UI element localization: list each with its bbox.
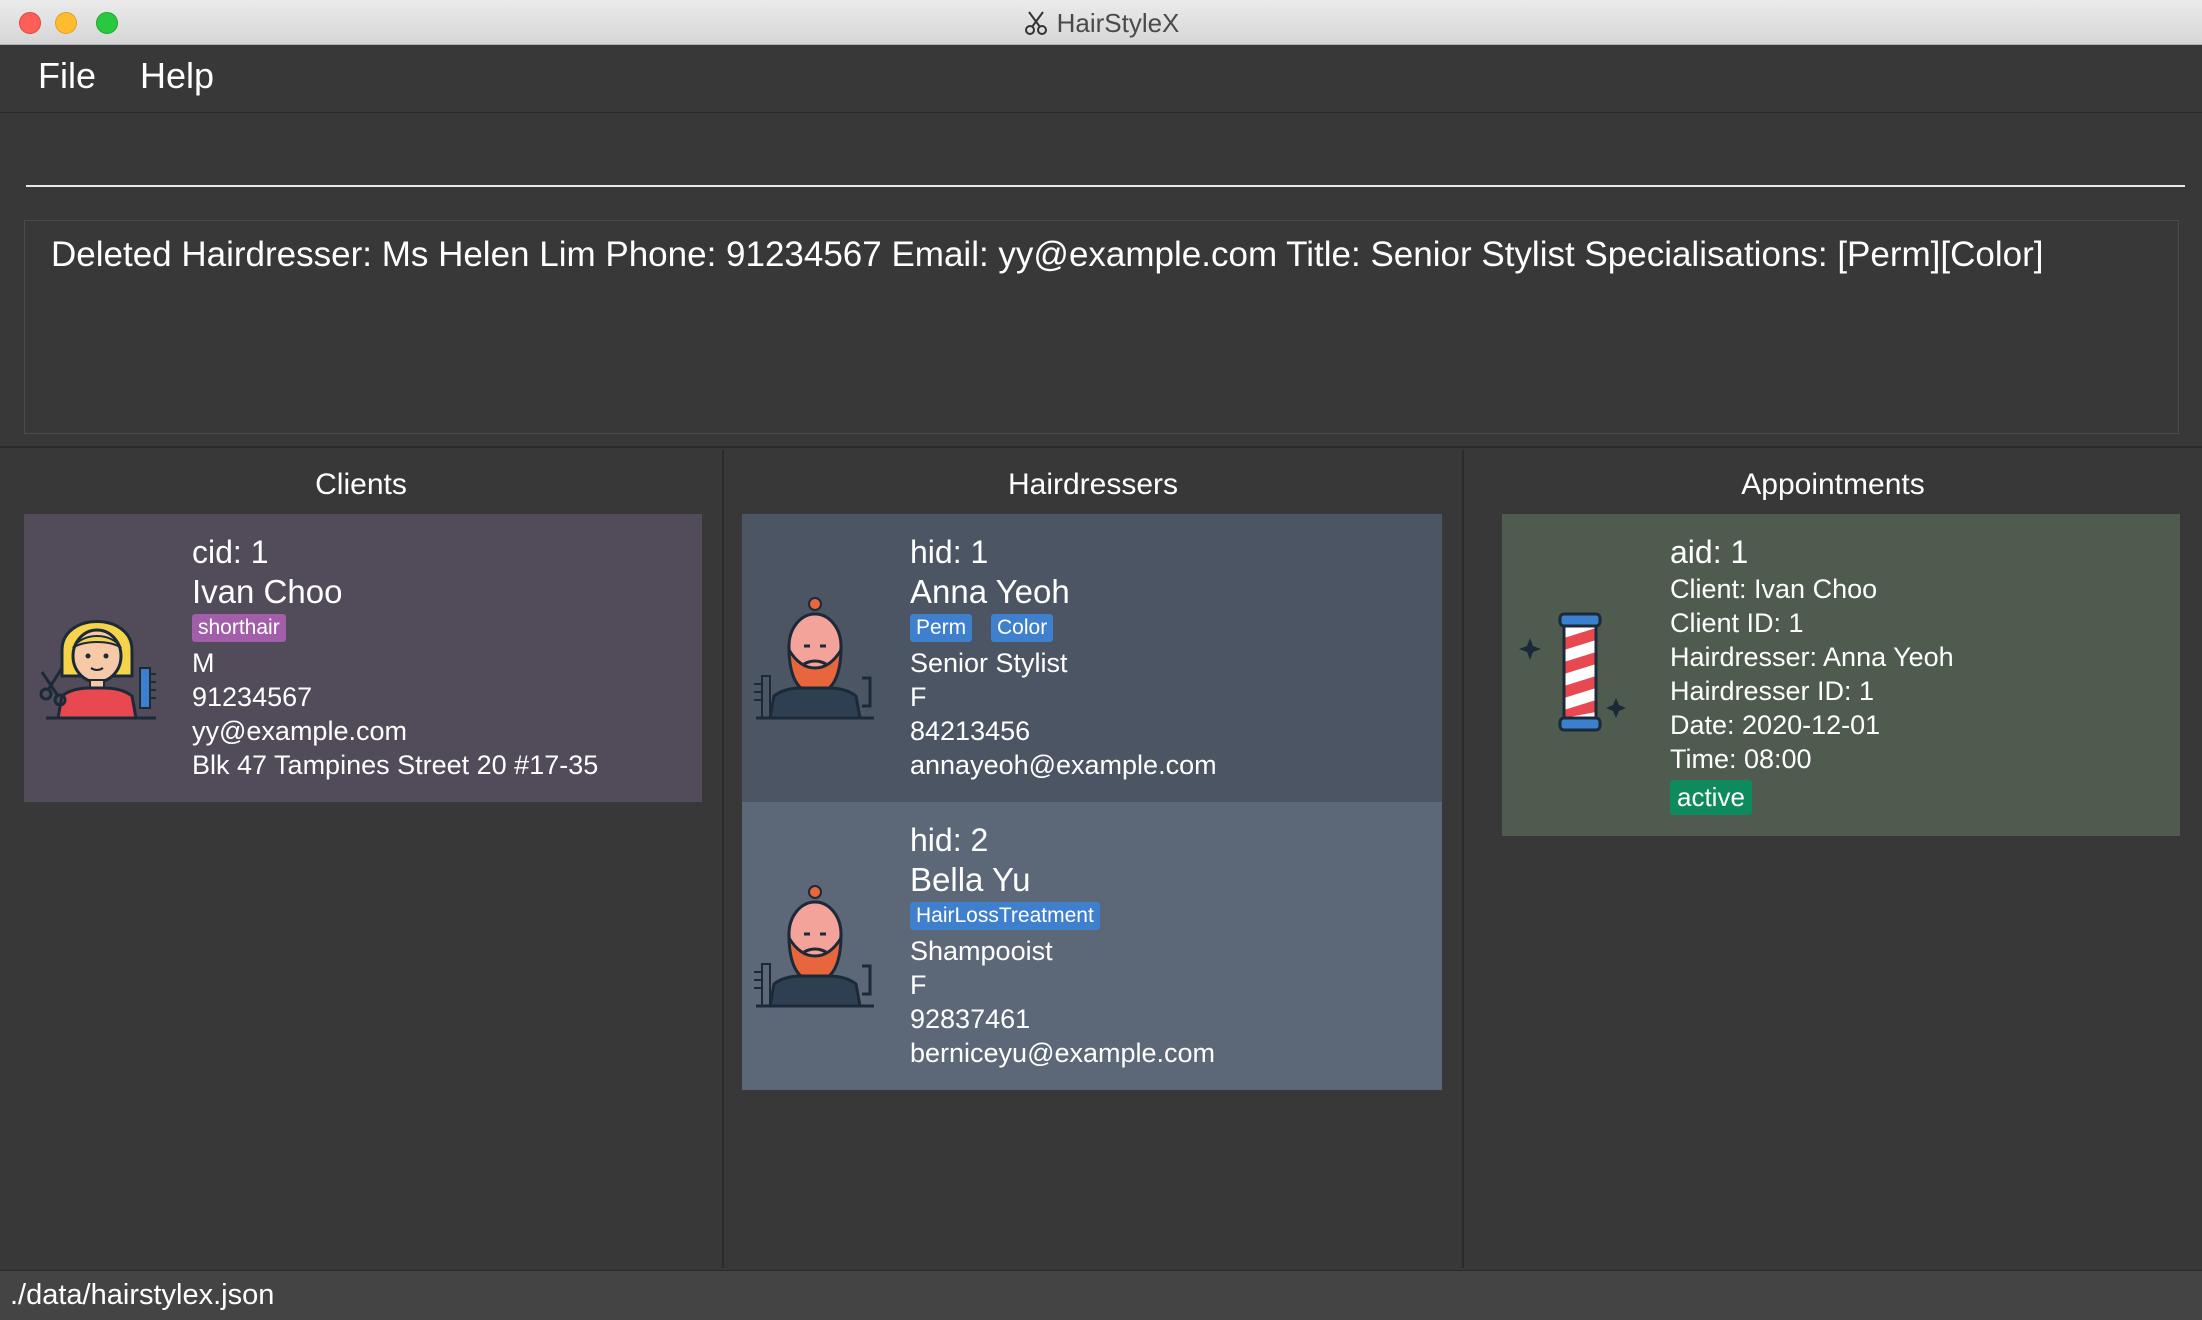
command-input[interactable]: [26, 123, 2185, 187]
title-bar: HairStyleX: [0, 0, 2202, 45]
client-gender: M: [192, 648, 215, 678]
result-text: Deleted Hairdresser: Ms Helen Lim Phone:…: [51, 235, 2044, 274]
data-file-path: ./data/hairstylex.json: [10, 1279, 275, 1311]
client-email: yy@example.com: [192, 716, 407, 746]
menu-help[interactable]: Help: [140, 55, 214, 97]
hairdresser-phone: 92837461: [910, 1004, 1031, 1034]
window-title: HairStyleX: [0, 0, 2202, 45]
appointments-panel: Appointments aid: 1 Client: Ivan Choo Cl…: [1464, 448, 2202, 1268]
specialisation-tag: HairLossTreatment: [910, 902, 1100, 930]
client-name: Ivan Choo: [192, 573, 343, 610]
appointment-id: aid: 1: [1670, 534, 1749, 570]
hairdresser-id: hid: 2: [910, 822, 989, 858]
barber-pole-icon: [1516, 608, 1636, 743]
window-title-text: HairStyleX: [1056, 8, 1180, 38]
hairdresser-name: Bella Yu: [910, 861, 1031, 898]
appointment-hairdresser: Hairdresser: Anna Yeoh: [1670, 642, 1954, 672]
female-hairdresser-icon: [32, 592, 162, 727]
client-id: cid: 1: [192, 534, 269, 570]
hairdresser-gender: F: [910, 970, 927, 1000]
hairdresser-title: Senior Stylist: [910, 648, 1068, 678]
appointment-card[interactable]: aid: 1 Client: Ivan Choo Client ID: 1 Ha…: [1502, 514, 2180, 836]
client-address: Blk 47 Tampines Street 20 #17-35: [192, 750, 599, 780]
scissors-icon: [1024, 11, 1047, 36]
appointment-status-badge: active: [1670, 780, 1752, 815]
hairdressers-header: Hairdressers: [1007, 468, 1179, 501]
appointments-header: Appointments: [1741, 468, 1925, 501]
client-tag: shorthair: [192, 614, 286, 642]
hairdresser-card[interactable]: hid: 2 Bella Yu HairLossTreatment Shampo…: [742, 802, 1442, 1090]
hairdresser-email: annayeoh@example.com: [910, 750, 1217, 780]
appointment-date: Date: 2020-12-01: [1670, 710, 1881, 740]
hairdresser-email: berniceyu@example.com: [910, 1038, 1216, 1068]
hairdresser-card[interactable]: hid: 1 Anna Yeoh Perm Color Senior Styli…: [742, 514, 1442, 802]
specialisation-tag: Color: [991, 614, 1054, 642]
hairdresser-name: Anna Yeoh: [910, 573, 1070, 610]
clients-header: Clients: [315, 468, 407, 501]
clients-panel: Clients cid: 1 Ivan Choo shorthair M 912…: [0, 448, 722, 1268]
hairdresser-id: hid: 1: [910, 534, 989, 570]
command-box: [0, 113, 2202, 203]
appointment-time: Time: 08:00: [1670, 744, 1812, 774]
hairdresser-title: Shampooist: [910, 936, 1053, 966]
specialisation-tag: Perm: [910, 614, 973, 642]
menu-bar: File Help: [0, 45, 2202, 113]
appointment-client: Client: Ivan Choo: [1670, 574, 1878, 604]
client-phone: 91234567: [192, 682, 313, 712]
hairdressers-panel: Hairdressers hid: 1 Anna Yeoh Perm Color…: [724, 448, 1462, 1268]
menu-file[interactable]: File: [38, 55, 96, 97]
bearded-barber-icon: [750, 592, 880, 727]
appointment-client-id: Client ID: 1: [1670, 608, 1804, 638]
hairdresser-phone: 84213456: [910, 716, 1031, 746]
result-display: Deleted Hairdresser: Ms Helen Lim Phone:…: [24, 220, 2179, 434]
hairdresser-gender: F: [910, 682, 927, 712]
status-bar: ./data/hairstylex.json: [0, 1270, 2202, 1320]
client-card[interactable]: cid: 1 Ivan Choo shorthair M 91234567 yy…: [24, 514, 702, 802]
bearded-barber-icon: [750, 880, 880, 1015]
appointment-hairdresser-id: Hairdresser ID: 1: [1670, 676, 1875, 706]
